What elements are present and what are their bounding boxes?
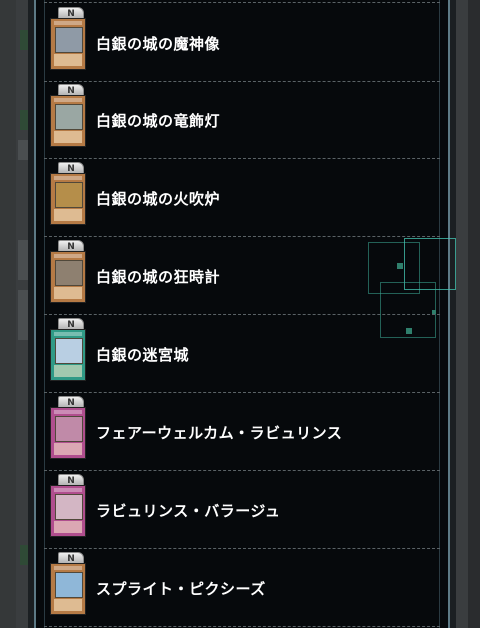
background-fragment [20,545,30,565]
card-text-box [54,54,82,66]
background-right-edge [468,0,480,628]
card-name: 白銀の迷宮城 [96,346,190,364]
card-list-item[interactable]: N ラビュリンス・バラージュ [44,470,440,549]
card-list-item[interactable]: N 白銀の城の魔神像 [44,2,440,82]
decor-dot [432,310,436,314]
card-thumbnail[interactable] [50,95,86,147]
background-fragment [18,290,32,340]
card-name-bar [54,176,82,180]
decor-dot [397,263,403,269]
card-name: 白銀の城の狂時計 [96,268,221,286]
card-name: ラビュリンス・バラージュ [96,502,281,520]
card-list-item[interactable]: N 白銀の城の竜飾灯 [44,80,440,159]
card-name-bar [54,410,82,414]
card-name: 白銀の城の火吹炉 [96,190,221,208]
card-name-bar [54,98,82,102]
card-name-bar [54,332,82,336]
card-thumbnail[interactable] [50,18,86,70]
card-text-box [54,521,82,533]
card-name-bar [54,254,82,258]
card-text-box [54,131,82,143]
card-artwork [55,182,83,208]
card-name: 白銀の城の竜飾灯 [96,112,221,130]
card-artwork [55,260,83,286]
decor-dot [406,328,412,334]
card-artwork [55,104,83,130]
card-name-bar [54,488,82,492]
card-artwork [55,494,83,520]
card-thumbnail[interactable] [50,251,86,303]
card-list-item[interactable]: N フェアーウェルカム・ラビュリンス [44,392,440,471]
card-list-item[interactable]: N 白銀の城の火吹炉 [44,158,440,237]
background-fragment [18,140,32,160]
card-text-box [54,365,82,377]
card-text-box [54,443,82,455]
card-list-item[interactable]: N スプライト・ピクシーズ [44,548,440,627]
card-thumbnail[interactable] [50,407,86,459]
card-thumbnail[interactable] [50,173,86,225]
card-artwork [55,338,83,364]
card-text-box [54,599,82,611]
card-name: スプライト・ピクシーズ [96,580,266,598]
card-name: フェアーウェルカム・ラビュリンス [96,424,343,442]
card-thumbnail[interactable] [50,329,86,381]
background-fragment [18,240,32,280]
card-name: 白銀の城の魔神像 [96,35,221,53]
card-artwork [55,27,83,53]
background-fragment [20,110,30,130]
card-thumbnail[interactable] [50,485,86,537]
card-thumbnail[interactable] [50,563,86,615]
card-artwork [55,572,83,598]
card-name-bar [54,21,82,25]
card-text-box [54,287,82,299]
background-left-edge [0,0,16,628]
card-text-box [54,209,82,221]
background-fragment [20,30,30,50]
card-artwork [55,416,83,442]
card-name-bar [54,566,82,570]
